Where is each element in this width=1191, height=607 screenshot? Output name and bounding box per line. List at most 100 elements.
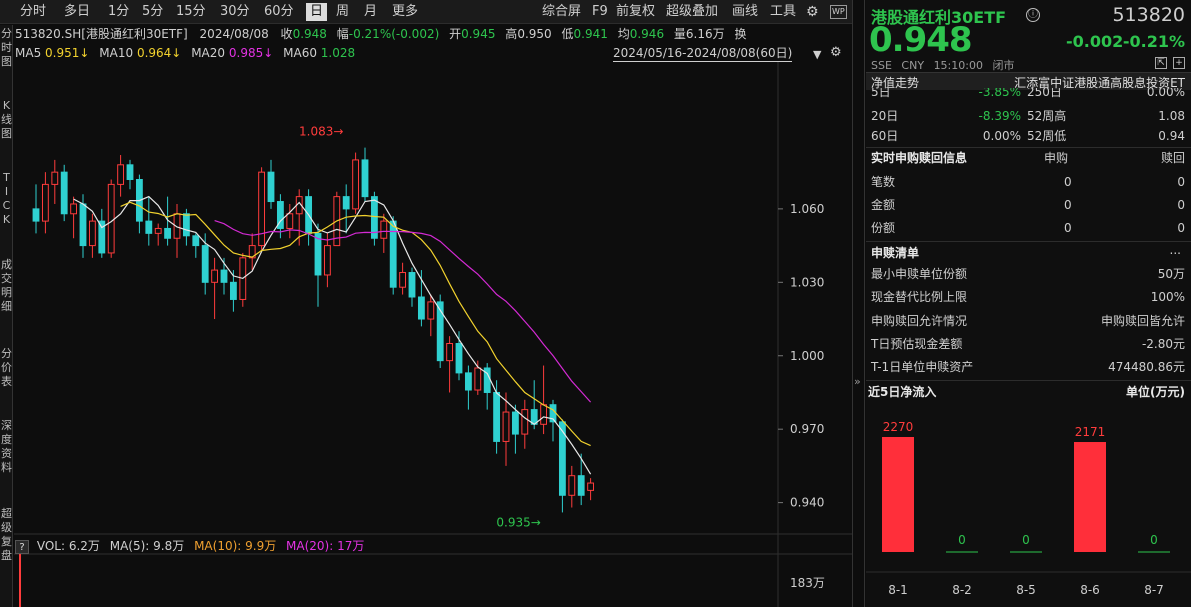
high-label: 高 — [505, 27, 518, 41]
inflow-date-label: 8-7 — [1144, 583, 1164, 597]
symbol-label: 513820.SH[港股通红利30ETF] — [15, 27, 188, 41]
info-icon[interactable]: ⓘ — [1026, 8, 1040, 22]
close-label: 收 — [280, 27, 293, 41]
inflow-date-label: 8-2 — [952, 583, 972, 597]
time-label: 15:10:00 — [933, 59, 983, 72]
tab-1min[interactable]: 1分 — [106, 3, 131, 21]
perf-key: 250日 — [1027, 88, 1062, 99]
help-icon[interactable]: ? — [15, 540, 29, 554]
tab-daily[interactable]: 日 — [306, 3, 328, 21]
ma60-value: 1.028 — [320, 46, 356, 60]
side-tab-replay[interactable]: 超 级 复 盘 — [0, 507, 13, 563]
kline-chart[interactable]: 1.060 1.030 1.000 0.970 0.940 183万 1.083→ 0.935… — [14, 62, 852, 607]
tab-30min[interactable]: 30分 — [218, 3, 252, 21]
tab-multi-day[interactable]: 多日 — [62, 3, 92, 21]
redeem-row: 份额 0 0 — [866, 218, 1191, 238]
redeem-sub-value: 0 — [1064, 175, 1072, 189]
settings-gear-icon[interactable]: ⚙ — [830, 45, 842, 60]
candle-body — [164, 227, 172, 239]
redeem-key: 份额 — [871, 221, 896, 235]
flow-header: 近5日净流入 单位(万元) — [866, 382, 1191, 402]
tab-weekly[interactable]: 周 — [334, 3, 351, 21]
list-value: 50万 — [1157, 267, 1185, 281]
list-key: T-1日单位申赎资产 — [871, 360, 974, 374]
inflow-value-label: 0 — [958, 533, 966, 547]
y-tick-label: 1.000 — [790, 349, 824, 363]
candle-body — [511, 411, 519, 435]
list-value: -2.80元 — [1141, 337, 1185, 351]
divider — [866, 241, 1191, 242]
low-label: 低 — [561, 27, 574, 41]
redeem-row: 笔数 0 0 — [866, 172, 1191, 192]
export-icon[interactable]: ⇱ — [1155, 57, 1167, 69]
list-key: 现金替代比例上限 — [871, 290, 968, 304]
redeem-red-value: 0 — [1177, 221, 1185, 235]
gear-icon[interactable]: ⚙ — [804, 3, 821, 21]
tab-intraday[interactable]: 分时 — [18, 3, 48, 21]
forward-adjust-button[interactable]: 前复权 — [614, 3, 657, 21]
perf-key: 60日 — [871, 129, 899, 143]
vol-indicator: VOL: 6.2万 — [36, 539, 100, 553]
candle-body — [380, 220, 388, 239]
range-dropdown-icon[interactable]: ▼ — [813, 48, 821, 61]
more-button[interactable]: ... — [1170, 240, 1181, 260]
super-overlay-button[interactable]: 超级叠加 — [664, 3, 720, 21]
list-row: 申购赎回允许情况 申购赎回皆允许 — [866, 311, 1191, 331]
low-value: 0.941 — [573, 27, 608, 41]
fund-code: 513820 — [1112, 4, 1185, 26]
candle-body — [267, 171, 275, 203]
tab-monthly[interactable]: 月 — [362, 3, 379, 21]
expand-icon[interactable]: » — [854, 375, 861, 388]
candle-body — [229, 281, 237, 300]
price-change-pct: -0.21% — [1122, 32, 1185, 51]
perf-row: 5日 -3.85% 250日 0.00% — [866, 88, 1191, 102]
tab-15min[interactable]: 15分 — [174, 3, 208, 21]
net-inflow-chart: 2270 8-1 0 8-2 0 8-5 2171 8-6 0 8-7 — [866, 420, 1191, 597]
side-tab-intraday[interactable]: 分 时 图 — [0, 27, 13, 69]
list-row: 现金替代比例上限 100% — [866, 287, 1191, 307]
side-tab-trades[interactable]: 成 交 明 细 — [0, 258, 13, 314]
candle-body — [286, 213, 294, 229]
add-icon[interactable]: + — [1173, 57, 1185, 69]
perf-value: 0.00% — [1146, 88, 1185, 99]
side-tab-kline[interactable]: K 线 图 — [0, 99, 13, 141]
perf-key: 5日 — [871, 88, 891, 99]
quote-info-row: 513820.SH[港股通红利30ETF] 2024/08/08 收0.948 … — [15, 24, 747, 44]
side-tab-deep-info[interactable]: 深 度 资 料 — [0, 419, 13, 475]
list-key: T日预估现金差额 — [871, 337, 963, 351]
date-range-selector[interactable]: 2024/05/16-2024/08/08(60日) — [613, 44, 793, 62]
ma60-label: MA60 — [283, 46, 317, 60]
f9-button[interactable]: F9 — [590, 3, 610, 21]
perf-value: 1.08 — [1158, 109, 1185, 123]
candle-body — [126, 164, 134, 180]
inflow-date-label: 8-1 — [888, 583, 908, 597]
panel-splitter[interactable]: » — [852, 0, 865, 607]
overview-screen-button[interactable]: 综合屏 — [540, 3, 583, 21]
tools-button[interactable]: 工具 — [768, 3, 798, 21]
inflow-date-label: 8-5 — [1016, 583, 1036, 597]
ma5-value: 0.951↓ — [45, 46, 90, 60]
ma20-label: MA20 — [191, 46, 226, 60]
app-icon[interactable]: WP — [830, 5, 847, 19]
side-tab-price-table[interactable]: 分 价 表 — [0, 347, 13, 389]
perf-key: 20日 — [871, 109, 899, 123]
vol-value: 6.16万 — [685, 27, 725, 41]
candle-body — [427, 301, 435, 320]
side-tab-tick[interactable]: T I C K — [0, 171, 13, 227]
perf-value: -3.85% — [978, 88, 1021, 99]
tab-more[interactable]: 更多 — [390, 3, 420, 21]
vol-tick-label: 183万 — [790, 576, 825, 590]
flow-unit: 单位(万元) — [1126, 385, 1185, 399]
market-meta: SSE CNY 15:10:00 闭市 — [871, 57, 1014, 73]
list-value: 100% — [1150, 290, 1185, 304]
candle-body — [51, 171, 59, 185]
inflow-value-label: 0 — [1150, 533, 1158, 547]
draw-line-button[interactable]: 画线 — [730, 3, 760, 21]
tab-5min[interactable]: 5分 — [140, 3, 165, 21]
open-value: 0.945 — [461, 27, 496, 41]
tab-60min[interactable]: 60分 — [262, 3, 296, 21]
inflow-value-label: 2171 — [1075, 425, 1106, 439]
avg-label: 均 — [617, 27, 630, 41]
redeem-col-redeem: 赎回 — [1160, 151, 1185, 165]
redeem-red-value: 0 — [1177, 175, 1185, 189]
